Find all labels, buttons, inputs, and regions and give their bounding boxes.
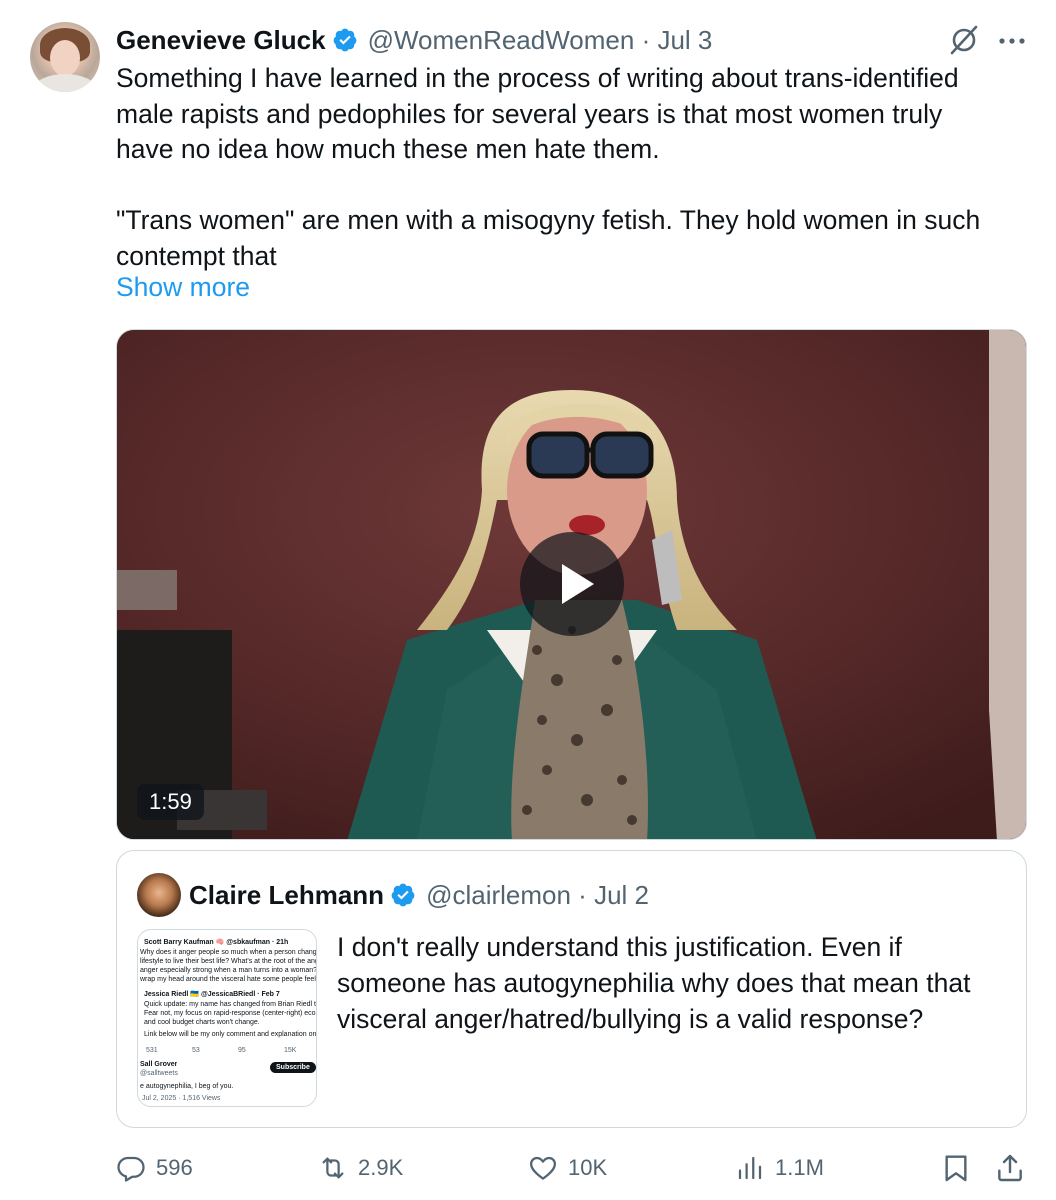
repost-button[interactable]: 2.9K	[318, 1146, 403, 1190]
quoted-handle-date: @clairlemon · Jul 2	[426, 879, 649, 910]
video-player[interactable]: 1:59	[116, 329, 1027, 840]
thumb-line: Jessica Riedl 🇺🇦 @JessicaBRiedl · Feb 7	[144, 991, 280, 998]
author-name[interactable]: Genevieve Gluck	[116, 25, 326, 56]
bookmark-icon[interactable]	[940, 1152, 972, 1184]
thumb-stat: 531	[146, 1047, 158, 1054]
show-more-link[interactable]: Show more	[116, 272, 250, 303]
thumb-line: Scott Barry Kaufman 🧠 @sbkaufman · 21h	[144, 939, 289, 946]
views-button[interactable]: 1.1M	[735, 1146, 824, 1190]
post-text: Something I have learned in the process …	[116, 63, 981, 271]
like-button[interactable]: 10K	[528, 1146, 607, 1190]
views-chart-icon	[738, 1156, 762, 1180]
thumb-line: Quick update: my name has changed from B…	[144, 1001, 316, 1008]
thumb-line: e autogynephilia, I beg of you.	[140, 1083, 234, 1090]
tweet-header: Genevieve Gluck @WomenReadWomen · Jul 3	[116, 22, 712, 58]
author-handle[interactable]: @WomenReadWomen	[368, 25, 635, 55]
play-button[interactable]	[520, 532, 624, 636]
thumb-line: lifestyle to live their best life? What'…	[140, 958, 316, 965]
verified-badge-icon	[333, 28, 356, 52]
verified-badge-icon	[391, 883, 415, 907]
quoted-date: Jul 2	[594, 879, 649, 910]
author-handle-date[interactable]: @WomenReadWomen · Jul 3	[368, 25, 713, 56]
thumb-line: anger especially strong when a man turns…	[140, 967, 317, 974]
video-duration: 1:59	[137, 784, 204, 820]
thumb-stat: 53	[192, 1047, 200, 1054]
grok-icon[interactable]	[948, 24, 980, 56]
repost-icon	[322, 1157, 344, 1179]
thumb-stat: 95	[238, 1047, 246, 1054]
thumb-line: Link below will be my only comment and e…	[144, 1031, 317, 1038]
reply-icon	[117, 1156, 145, 1182]
author-avatar[interactable]	[30, 22, 100, 92]
quoted-handle: @clairlemon	[426, 879, 571, 910]
repost-count: 2.9K	[358, 1155, 404, 1180]
quoted-tweet[interactable]: Claire Lehmann @clairlemon · Jul 2 Scott…	[116, 850, 1027, 1128]
tweet: Genevieve Gluck @WomenReadWomen · Jul 3 …	[0, 0, 1056, 1200]
quoted-author-name: Claire Lehmann	[189, 879, 385, 910]
thumb-line: Sall Grover	[140, 1061, 178, 1068]
action-bar: 596 2.9K 10K 1.1M	[0, 1146, 1056, 1190]
thumb-stat: 15K	[284, 1047, 297, 1054]
post-date[interactable]: Jul 3	[657, 25, 712, 55]
quoted-author-avatar	[137, 873, 181, 917]
more-options-icon[interactable]	[996, 24, 1028, 56]
view-count: 1.1M	[775, 1155, 824, 1180]
thumb-line: and cool budget charts won't change.	[144, 1019, 260, 1026]
thumb-subscribe-button: Subscribe	[270, 1062, 316, 1073]
thumb-line: Fear not, my focus on rapid-response (ce…	[144, 1010, 316, 1017]
quoted-tweet-text: I don't really understand this justifica…	[337, 932, 971, 1034]
thumb-line: Why does it anger people so much when a …	[140, 949, 317, 956]
play-icon	[562, 564, 594, 604]
like-count: 10K	[568, 1155, 608, 1180]
thumb-line: wrap my head around the visceral hate so…	[140, 976, 317, 983]
heart-icon	[530, 1156, 556, 1180]
thumb-line: Jul 2, 2025 · 1,516 Views	[142, 1095, 221, 1102]
reply-count: 596	[156, 1155, 193, 1180]
reply-button[interactable]: 596	[116, 1146, 193, 1190]
quoted-screenshot-image[interactable]: Scott Barry Kaufman 🧠 @sbkaufman · 21h W…	[137, 929, 317, 1107]
share-icon[interactable]	[994, 1152, 1026, 1184]
quoted-tweet-header: Claire Lehmann @clairlemon · Jul 2	[189, 875, 649, 915]
thumb-line: @salltweets	[140, 1070, 178, 1077]
